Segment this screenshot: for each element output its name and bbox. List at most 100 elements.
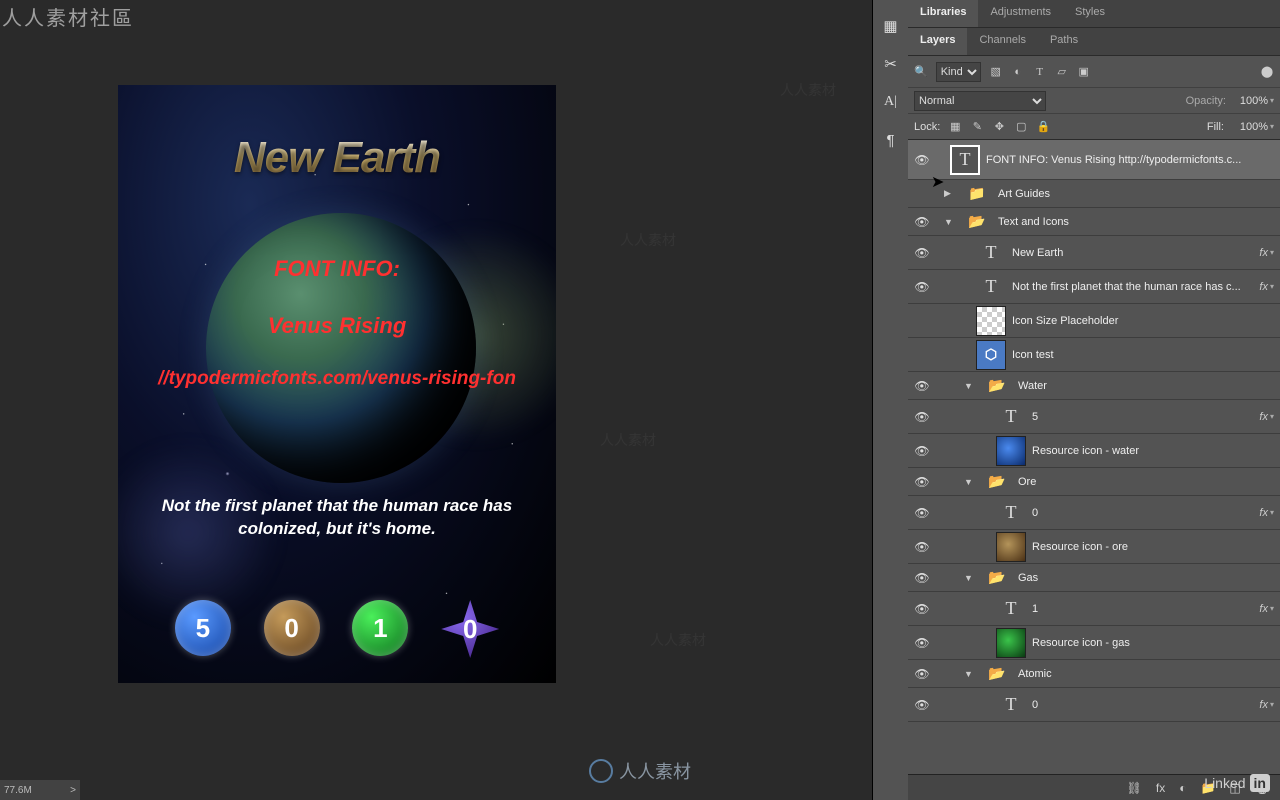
visibility-toggle[interactable]: 👁 bbox=[908, 475, 936, 489]
status-arrow: > bbox=[70, 785, 76, 796]
fx-badge[interactable]: fx bbox=[1259, 507, 1268, 519]
visibility-toggle[interactable]: 👁 bbox=[908, 602, 936, 616]
chevron-down-icon[interactable]: ▾ bbox=[1270, 122, 1274, 131]
watermark-faint: 人人素材 bbox=[600, 430, 656, 450]
lock-all-icon[interactable]: 🔒 bbox=[1036, 120, 1050, 133]
linkedin-logo: Linkedin bbox=[1204, 774, 1270, 792]
layer-resource-ore[interactable]: 👁 Resource icon - ore bbox=[908, 530, 1280, 564]
visibility-toggle[interactable]: 👁 bbox=[908, 348, 936, 362]
canvas-area[interactable]: New Earth FONT INFO: Venus Rising //typo… bbox=[0, 0, 872, 800]
layer-font-info[interactable]: 👁 T FONT INFO: Venus Rising http://typod… bbox=[908, 140, 1280, 180]
layer-text-and-icons[interactable]: 👁 ▼ 📂 Text and Icons bbox=[908, 208, 1280, 236]
lock-row: Lock: ▦ ✎ ✥ ▢ 🔒 Fill: ▾ bbox=[908, 114, 1280, 140]
fx-badge[interactable]: fx bbox=[1259, 281, 1268, 293]
disclosure-icon[interactable]: ▼ bbox=[964, 477, 976, 487]
character-icon[interactable]: A| bbox=[881, 92, 901, 112]
visibility-toggle[interactable]: 👁 bbox=[908, 215, 936, 229]
layer-icon-size-placeholder[interactable]: 👁 Icon Size Placeholder bbox=[908, 304, 1280, 338]
filter-toggle-icon[interactable]: ⬤ bbox=[1260, 65, 1274, 78]
panel-tabs-layers: Layers Channels Paths bbox=[908, 28, 1280, 56]
collapsed-panel-toolbar: ▦ ✂ A| ¶ bbox=[872, 0, 908, 800]
visibility-toggle[interactable]: 👁 bbox=[908, 379, 936, 393]
visibility-toggle[interactable]: 👁 bbox=[908, 506, 936, 520]
layer-style-icon[interactable]: fx bbox=[1156, 781, 1165, 795]
visibility-toggle[interactable]: 👁 bbox=[908, 636, 936, 650]
fx-badge[interactable]: fx bbox=[1259, 699, 1268, 711]
text-layer-thumb: T bbox=[996, 402, 1026, 432]
visibility-toggle[interactable]: 👁 bbox=[908, 540, 936, 554]
tab-layers[interactable]: Layers bbox=[908, 28, 967, 55]
opacity-input[interactable] bbox=[1232, 95, 1268, 107]
layer-water-group[interactable]: 👁 ▼ 📂 Water bbox=[908, 372, 1280, 400]
watermark-faint: 人人素材 bbox=[780, 80, 836, 100]
lock-artboard-icon[interactable]: ▢ bbox=[1014, 120, 1028, 133]
disclosure-icon[interactable]: ▼ bbox=[964, 573, 976, 583]
visibility-toggle[interactable]: 👁 bbox=[908, 571, 936, 585]
lock-label: Lock: bbox=[914, 121, 940, 133]
disclosure-icon[interactable]: ▼ bbox=[964, 669, 976, 679]
layer-water-5[interactable]: 👁 T 5 fx▾ bbox=[908, 400, 1280, 434]
blend-mode-select[interactable]: Normal bbox=[914, 91, 1046, 111]
folder-icon: 📁 bbox=[962, 179, 992, 209]
fx-badge[interactable]: fx bbox=[1259, 411, 1268, 423]
chevron-down-icon[interactable]: ▾ bbox=[1270, 96, 1274, 105]
visibility-toggle[interactable]: 👁 bbox=[908, 444, 936, 458]
lock-image-icon[interactable]: ✎ bbox=[970, 120, 984, 133]
resource-gas: 1 bbox=[352, 600, 408, 656]
text-layer-thumb: T bbox=[996, 594, 1026, 624]
layer-resource-water[interactable]: 👁 Resource icon - water bbox=[908, 434, 1280, 468]
tab-adjustments[interactable]: Adjustments bbox=[978, 0, 1063, 27]
tab-paths[interactable]: Paths bbox=[1038, 28, 1090, 55]
disclosure-icon[interactable]: ▶ bbox=[944, 188, 956, 199]
layer-gas-1[interactable]: 👁 T 1 fx▾ bbox=[908, 592, 1280, 626]
fx-badge[interactable]: fx bbox=[1259, 603, 1268, 615]
fx-badge[interactable]: fx bbox=[1259, 247, 1268, 259]
layer-atomic-group[interactable]: 👁 ▼ 📂 Atomic bbox=[908, 660, 1280, 688]
disclosure-icon[interactable]: ▼ bbox=[964, 381, 976, 391]
layer-not-first-planet[interactable]: 👁 T Not the first planet that the human … bbox=[908, 270, 1280, 304]
right-panel: Libraries Adjustments Styles Layers Chan… bbox=[908, 0, 1280, 800]
layer-new-earth[interactable]: 👁 T New Earth fx▾ bbox=[908, 236, 1280, 270]
opacity-label: Opacity: bbox=[1186, 95, 1226, 107]
fill-input[interactable] bbox=[1232, 121, 1268, 133]
disclosure-icon[interactable]: ▼ bbox=[944, 217, 956, 227]
layer-ore-0[interactable]: 👁 T 0 fx▾ bbox=[908, 496, 1280, 530]
layer-ore-group[interactable]: 👁 ▼ 📂 Ore bbox=[908, 468, 1280, 496]
layer-resource-gas[interactable]: 👁 Resource icon - gas bbox=[908, 626, 1280, 660]
lock-transparency-icon[interactable]: ▦ bbox=[948, 120, 962, 133]
filter-type-icon[interactable]: T bbox=[1033, 66, 1047, 78]
paragraph-icon[interactable]: ¶ bbox=[881, 130, 901, 150]
layers-list[interactable]: 👁 T FONT INFO: Venus Rising http://typod… bbox=[908, 140, 1280, 740]
watermark-center: 人人素材 bbox=[589, 758, 691, 784]
visibility-toggle[interactable]: 👁 bbox=[908, 153, 936, 167]
filter-kind-select[interactable]: Kind bbox=[936, 62, 981, 82]
text-layer-thumb: T bbox=[996, 690, 1026, 720]
folder-open-icon: 📂 bbox=[982, 467, 1012, 497]
layer-atomic-0[interactable]: 👁 T 0 fx▾ bbox=[908, 688, 1280, 722]
tab-styles[interactable]: Styles bbox=[1063, 0, 1117, 27]
layer-icon-test[interactable]: 👁 ⬡ Icon test bbox=[908, 338, 1280, 372]
filter-adjustment-icon[interactable]: ◐ bbox=[1011, 66, 1025, 78]
tab-channels[interactable]: Channels bbox=[967, 28, 1037, 55]
visibility-toggle[interactable]: 👁 bbox=[908, 314, 936, 328]
visibility-toggle[interactable]: 👁 bbox=[908, 667, 936, 681]
filter-smart-icon[interactable]: ▣ bbox=[1077, 65, 1091, 78]
layer-art-guides[interactable]: 👁 ▶ 📁 Art Guides bbox=[908, 180, 1280, 208]
visibility-toggle[interactable]: 👁 bbox=[908, 410, 936, 424]
lock-position-icon[interactable]: ✥ bbox=[992, 120, 1006, 133]
resource-atomic: 0 bbox=[441, 600, 499, 658]
filter-pixel-icon[interactable]: ▧ bbox=[989, 65, 1003, 78]
visibility-toggle[interactable]: 👁 bbox=[908, 246, 936, 260]
layer-filter-row: 🔍 Kind ▧ ◐ T ▱ ▣ ⬤ bbox=[908, 56, 1280, 88]
layer-mask-icon[interactable]: ◐ bbox=[1179, 781, 1186, 795]
visibility-toggle[interactable]: 👁 bbox=[908, 187, 936, 201]
visibility-toggle[interactable]: 👁 bbox=[908, 280, 936, 294]
filter-shape-icon[interactable]: ▱ bbox=[1055, 65, 1069, 78]
glyphs-icon[interactable]: ✂ bbox=[881, 54, 901, 74]
link-layers-icon[interactable]: ⛓ bbox=[1127, 781, 1142, 795]
tab-libraries[interactable]: Libraries bbox=[908, 0, 978, 27]
watermark-faint: 人人素材 bbox=[620, 230, 676, 250]
visibility-toggle[interactable]: 👁 bbox=[908, 698, 936, 712]
swatches-icon[interactable]: ▦ bbox=[881, 16, 901, 36]
layer-gas-group[interactable]: 👁 ▼ 📂 Gas bbox=[908, 564, 1280, 592]
